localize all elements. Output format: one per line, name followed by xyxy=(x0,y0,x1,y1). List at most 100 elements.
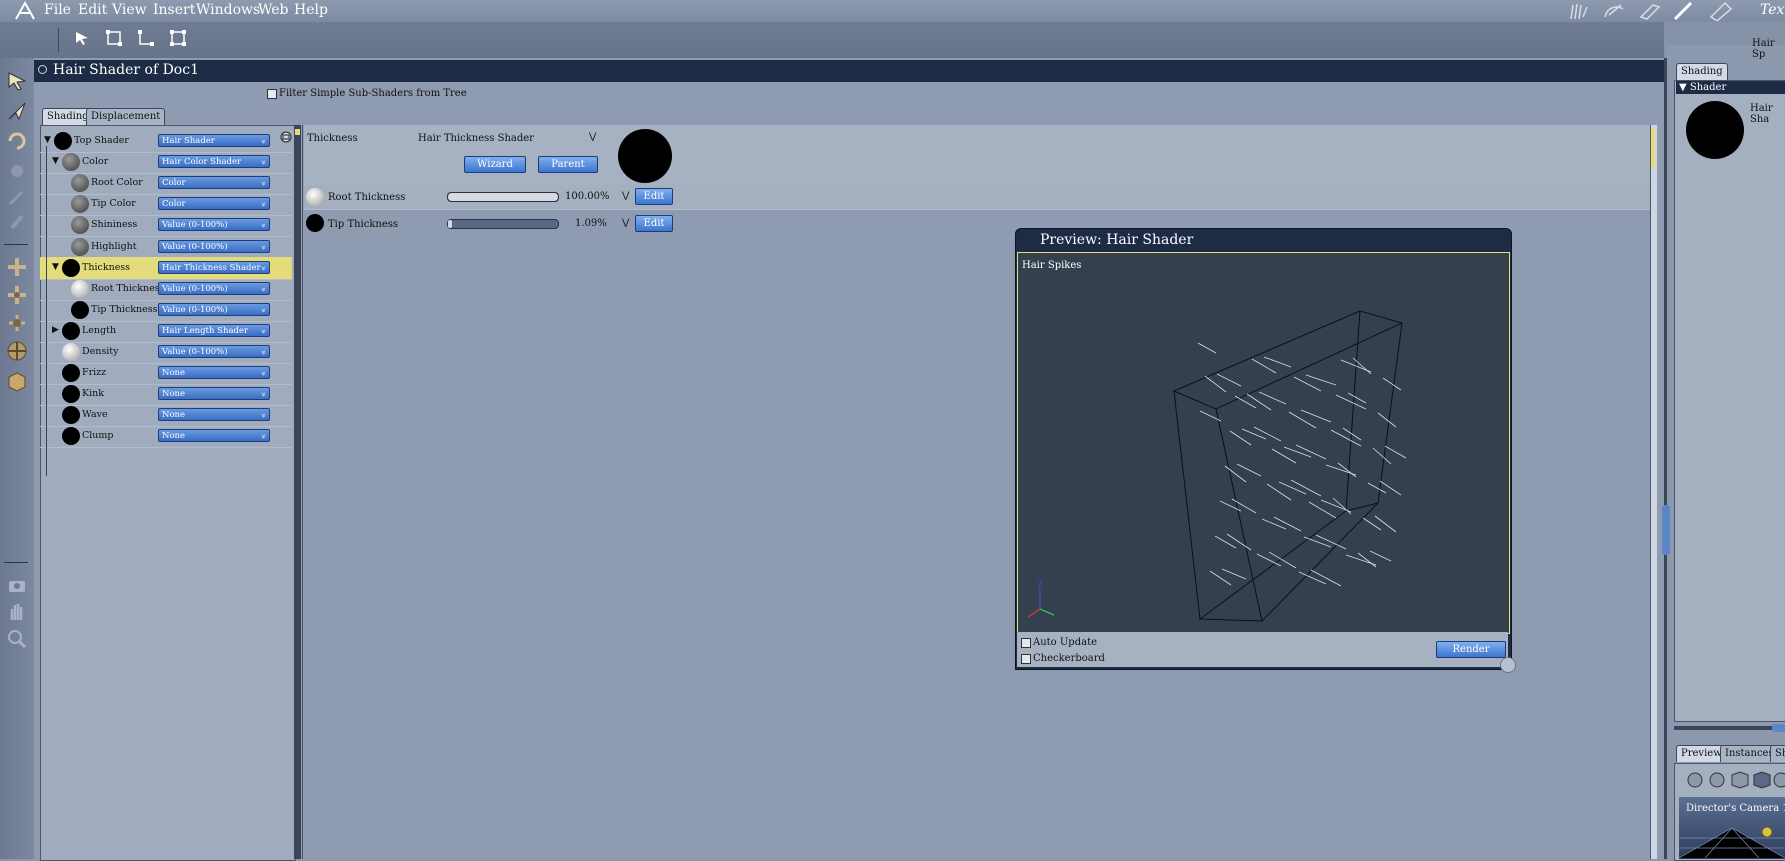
shader-type-select[interactable]: Hair Length Shader » xyxy=(158,324,270,337)
window-close-icon[interactable] xyxy=(38,65,47,74)
chevron-down-icon: » xyxy=(259,392,269,397)
select-arrow-icon[interactable] xyxy=(74,30,90,46)
shader-type-select[interactable]: None » xyxy=(158,387,270,400)
tree-row-wave[interactable]: Wave None » xyxy=(40,404,292,427)
trackball-tool-icon[interactable] xyxy=(6,340,28,362)
tree-row-color[interactable]: ▼ Color Hair Color Shader » xyxy=(40,151,292,174)
shader-type-select[interactable]: Value (0-100%) » xyxy=(158,240,270,253)
tree-row-root-color[interactable]: Root Color Color » xyxy=(40,172,292,195)
shader-type-select[interactable]: Hair Thickness Shader» xyxy=(158,261,270,274)
root-thickness-slider[interactable] xyxy=(447,192,559,202)
tree-row-tip-color[interactable]: Tip Color Color » xyxy=(40,193,292,216)
shader-type-select[interactable]: Value (0-100%) » xyxy=(158,303,270,316)
auto-update-checkbox[interactable] xyxy=(1021,638,1031,648)
tree-splitter[interactable] xyxy=(294,125,301,859)
frame-tool-icon[interactable] xyxy=(170,30,186,46)
send-tool-icon[interactable] xyxy=(6,100,28,122)
expand-closed-icon[interactable]: ▶ xyxy=(52,325,59,335)
rotate-tool-icon[interactable] xyxy=(6,130,28,152)
tree-row-tip-thickness[interactable]: Tip Thickness Value (0-100%) » xyxy=(40,299,292,322)
param-value-tip[interactable]: 1.09% xyxy=(575,218,607,229)
tree-row-length[interactable]: ▶ Length Hair Length Shader » xyxy=(40,320,292,343)
tree-row-clump[interactable]: Clump None » xyxy=(40,425,292,448)
camera-controls[interactable] xyxy=(1686,771,1785,789)
pen-tool-icon[interactable] xyxy=(6,186,28,208)
menu-edit[interactable]: Edit xyxy=(78,2,107,18)
menu-help[interactable]: Help xyxy=(294,2,328,18)
expand-open-icon[interactable]: ▼ xyxy=(44,135,51,145)
shader-type-select[interactable]: Value (0-100%) » xyxy=(158,218,270,231)
tree-row-root-thickness[interactable]: Root Thickness Value (0-100%) » xyxy=(40,278,292,301)
expand-open-icon[interactable]: ▼ xyxy=(52,262,59,272)
expand-open-icon[interactable]: ▼ xyxy=(52,156,59,166)
chevron-down-icon[interactable]: ⋁ xyxy=(589,132,596,142)
right-splitter[interactable] xyxy=(1664,58,1667,859)
tree-row-highlight[interactable]: Highlight Value (0-100%) » xyxy=(40,236,292,259)
tree-row-density[interactable]: Density Value (0-100%) » xyxy=(40,341,292,364)
resize-handle-icon[interactable] xyxy=(1500,657,1516,673)
room-icons[interactable] xyxy=(1565,1,1755,21)
hair-strand xyxy=(1271,448,1297,464)
tab-displacement[interactable]: Displacement xyxy=(86,108,166,125)
menu-insert[interactable]: Insert xyxy=(153,2,195,18)
filter-checkbox[interactable] xyxy=(267,89,277,99)
room-label[interactable]: Text xyxy=(1760,2,1785,18)
tree-row-kink[interactable]: Kink None » xyxy=(40,383,292,406)
param-value-root[interactable]: 100.00% xyxy=(565,191,610,202)
arrow-tool-icon[interactable] xyxy=(6,70,28,92)
shader-type-select[interactable]: None » xyxy=(158,408,270,421)
shader-type-select[interactable]: Hair Color Shader » xyxy=(158,155,270,168)
shader-type-select[interactable]: Color » xyxy=(158,176,270,189)
shader-ball-icon xyxy=(71,216,89,234)
tree-row-label: Highlight xyxy=(91,241,137,252)
camera-icon[interactable] xyxy=(6,574,28,596)
shader-type-select[interactable]: Color » xyxy=(158,197,270,210)
shader-type-select[interactable]: None » xyxy=(158,429,270,442)
right-shader-ball xyxy=(1686,101,1744,159)
detail-scroll-thumb[interactable] xyxy=(1651,128,1655,168)
shader-type-select[interactable]: Value (0-100%) » xyxy=(158,282,270,295)
parent-button[interactable]: Parent xyxy=(538,156,598,173)
paperclip-tool-icon[interactable] xyxy=(6,210,28,232)
section-collapse-icon[interactable]: ▼ xyxy=(1679,82,1687,93)
root-edit-button[interactable]: Edit xyxy=(635,188,673,205)
scale-tool-icon[interactable] xyxy=(6,312,28,334)
vertex-tool-icon[interactable] xyxy=(138,30,154,46)
wizard-button[interactable]: Wizard xyxy=(464,156,526,173)
tree-row-thickness[interactable]: ▼ Thickness Hair Thickness Shader» xyxy=(40,257,292,280)
sphere-tool-icon[interactable] xyxy=(6,160,28,182)
right-tab-other[interactable]: Sh xyxy=(1770,745,1785,762)
tip-edit-button[interactable]: Edit xyxy=(635,215,673,232)
menu-view[interactable]: View xyxy=(112,2,147,18)
right-tab-shading[interactable]: Shading xyxy=(1676,63,1728,80)
shader-type-select[interactable]: Hair Shader » xyxy=(158,134,270,147)
tip-chevron-down-icon[interactable]: ⋁ xyxy=(622,218,629,228)
chevron-down-icon: » xyxy=(259,181,269,186)
translate-tool-icon[interactable] xyxy=(6,284,28,306)
move-tool-icon[interactable] xyxy=(6,256,28,278)
tree-row-frizz[interactable]: Frizz None » xyxy=(40,362,292,385)
zoom-icon[interactable] xyxy=(6,628,28,650)
root-chevron-down-icon[interactable]: ⋁ xyxy=(622,191,629,201)
bounding-box-icon[interactable] xyxy=(106,30,122,46)
shader-ball-icon xyxy=(62,343,80,361)
tree-row-shininess[interactable]: Shininess Value (0-100%) » xyxy=(40,214,292,237)
hair-strand xyxy=(1204,375,1227,393)
menu-file[interactable]: File xyxy=(44,2,71,18)
menu-windows[interactable]: Windows xyxy=(196,2,260,18)
right-splitter-handle[interactable] xyxy=(1662,505,1670,555)
detail-shader-select[interactable]: Hair Thickness Shader xyxy=(418,133,534,144)
tip-thickness-slider[interactable] xyxy=(447,219,559,229)
checkerboard-checkbox[interactable] xyxy=(1021,654,1031,664)
hand-icon[interactable] xyxy=(6,600,28,622)
menu-web[interactable]: Web xyxy=(258,2,289,18)
splitter-handle[interactable] xyxy=(295,129,300,135)
texture-tool-icon[interactable] xyxy=(6,370,28,392)
right-h-splitter[interactable] xyxy=(1674,726,1785,730)
tree-row-top-shader[interactable]: ▼ Top Shader Hair Shader » xyxy=(40,130,292,153)
render-button[interactable]: Render xyxy=(1436,641,1506,658)
shader-type-select[interactable]: Value (0-100%) » xyxy=(158,345,270,358)
detail-scrollbar[interactable] xyxy=(1650,125,1657,859)
right-h-splitter-handle[interactable] xyxy=(1772,724,1785,732)
shader-type-select[interactable]: None » xyxy=(158,366,270,379)
